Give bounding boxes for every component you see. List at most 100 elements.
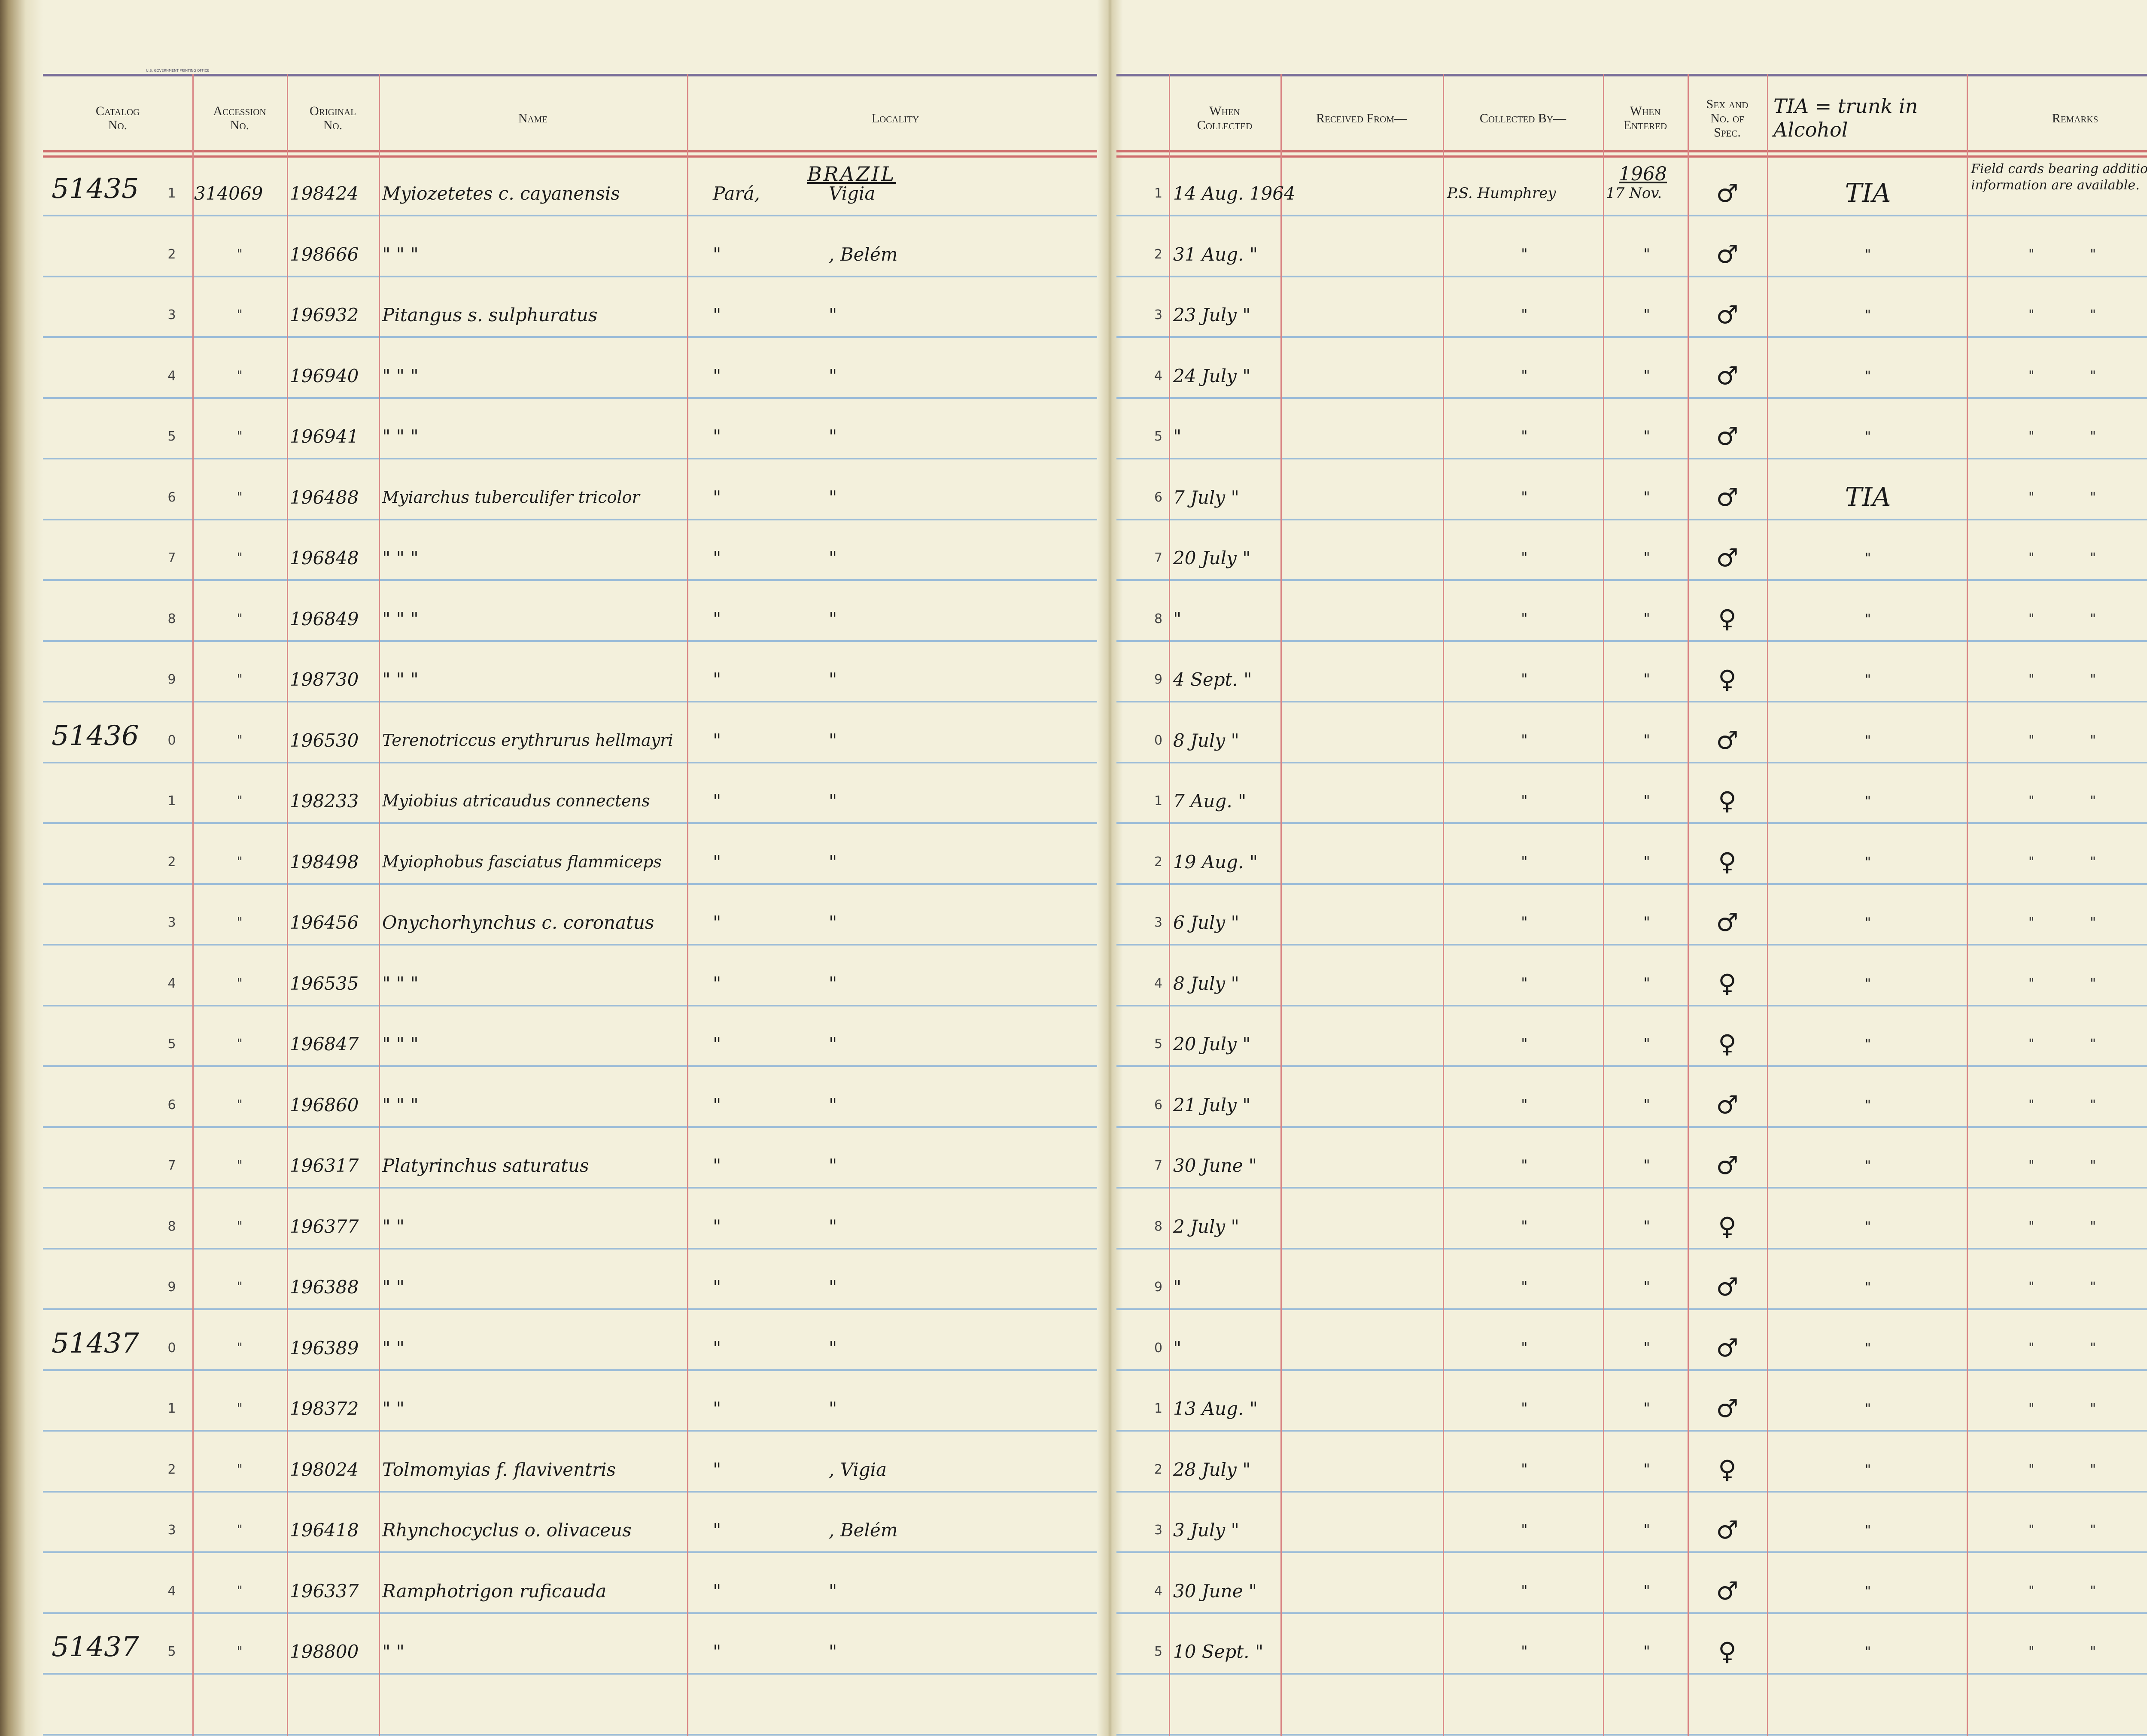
remarks-value: " "	[2028, 672, 2122, 687]
original-number: 196418	[290, 1519, 359, 1541]
date-collected: 3 July "	[1173, 1519, 1239, 1541]
ruled-line	[1116, 1308, 2147, 1310]
collector-name: "	[1521, 489, 1528, 506]
ruled-line	[1116, 1065, 2147, 1067]
ruled-line	[43, 1673, 1104, 1675]
tia-mark: "	[1865, 429, 1871, 444]
locality-state: "	[713, 669, 721, 690]
date-collected: "	[1173, 1337, 1182, 1359]
date-entered: "	[1643, 367, 1650, 384]
tia-mark: "	[1865, 1462, 1871, 1477]
sex-symbol: ♀	[1718, 1029, 1736, 1058]
tia-mark: "	[1865, 915, 1871, 930]
collector-name: "	[1521, 1218, 1528, 1235]
date-collected: 10 Sept. "	[1173, 1641, 1264, 1662]
tia-mark: "	[1865, 611, 1871, 626]
collector-name: "	[1521, 792, 1528, 809]
locality-state: "	[713, 1337, 721, 1359]
date-collected: 2 July "	[1173, 1216, 1239, 1237]
locality-place: , Vigia	[829, 1459, 887, 1480]
ruled-line	[43, 1005, 1104, 1006]
date-collected: 31 Aug. "	[1173, 243, 1258, 265]
ruled-line	[43, 944, 1104, 946]
date-entered: "	[1643, 489, 1650, 506]
remarks-value: " "	[2028, 368, 2122, 383]
collected-digit: 2	[1154, 854, 1163, 870]
collector-name: "	[1521, 306, 1528, 323]
original-number: 196941	[290, 426, 359, 447]
tia-mark: "	[1865, 1522, 1871, 1538]
collected-digit: 9	[1154, 1279, 1163, 1295]
collected-digit: 3	[1154, 915, 1163, 930]
accession-number: "	[237, 1036, 243, 1052]
locality-state: "	[713, 1155, 721, 1176]
book-edge-left	[0, 0, 43, 1736]
remarks-value: " "	[2028, 915, 2122, 930]
ledger-spread: U.S. GOVERNMENT PRINTING OFFICE Catalog …	[0, 0, 2147, 1736]
locality-state: "	[713, 243, 721, 265]
species-name: " " "	[382, 547, 419, 569]
remarks-value: " "	[2028, 1583, 2122, 1599]
locality-place: "	[829, 608, 837, 629]
species-name: " " "	[382, 243, 419, 265]
collector-name: "	[1521, 1461, 1528, 1478]
date-collected: 14 Aug. 1964	[1173, 182, 1295, 204]
sex-symbol: ♂	[1716, 422, 1739, 451]
ruled-line	[1116, 1491, 2147, 1493]
date-entered: "	[1643, 914, 1650, 931]
catalog-digit: 9	[167, 672, 176, 687]
collected-digit: 0	[1154, 1340, 1163, 1356]
accession-number: "	[237, 672, 243, 687]
catalog-digit: 5	[167, 1644, 176, 1659]
remarks-value: " "	[2028, 429, 2122, 444]
remarks-value: " "	[2028, 1036, 2122, 1052]
catalog-number: 51436	[52, 720, 139, 752]
accession-number: "	[237, 1401, 243, 1416]
species-name: " "	[382, 1216, 404, 1237]
collector-name: "	[1521, 549, 1528, 566]
col-accession-no: Accession No.	[213, 104, 266, 132]
col-sex-no-spec: Sex and No. of Spec.	[1706, 97, 1749, 140]
accession-number: "	[237, 1158, 243, 1173]
remarks-value: " "	[2028, 733, 2122, 748]
ruled-line	[43, 1065, 1104, 1067]
date-collected: "	[1173, 426, 1182, 447]
ruled-line	[1116, 1126, 2147, 1128]
catalog-digit: 6	[167, 1097, 176, 1113]
species-name: " " "	[382, 608, 419, 629]
sex-symbol: ♀	[1718, 1637, 1736, 1666]
species-name: " "	[382, 1337, 404, 1359]
species-name: " "	[382, 1276, 404, 1298]
collector-name: "	[1521, 1400, 1528, 1417]
date-collected: 4 Sept. "	[1173, 669, 1252, 690]
date-entered: "	[1643, 975, 1650, 992]
locality-state: Pará,	[713, 182, 760, 204]
locality-place: "	[829, 1398, 837, 1419]
collector-name: "	[1521, 1157, 1528, 1174]
tia-mark: TIA	[1845, 178, 1891, 208]
collected-digit: 4	[1154, 368, 1163, 383]
original-number: 198372	[290, 1398, 359, 1419]
remarks-value: " "	[2028, 793, 2122, 809]
collector-name: "	[1521, 367, 1528, 384]
locality-state: "	[713, 365, 721, 386]
right-page: When Collected Received From— Collected …	[1116, 0, 2147, 1736]
tia-mark: "	[1865, 672, 1871, 687]
date-collected: 30 June "	[1173, 1580, 1257, 1602]
collector-name: "	[1521, 428, 1528, 445]
accession-number: "	[237, 611, 243, 626]
col-original-no: Original No.	[310, 104, 356, 132]
ruled-line	[43, 1248, 1104, 1250]
tia-mark: "	[1865, 1219, 1871, 1234]
species-name: " " "	[382, 365, 419, 386]
col-received-from: Received From—	[1316, 111, 1407, 125]
catalog-digit: 0	[167, 1340, 176, 1356]
locality-state: "	[713, 1094, 721, 1116]
species-name: Myiarchus tuberculifer tricolor	[382, 488, 640, 507]
ruled-line	[43, 579, 1104, 581]
remarks-value: " "	[2028, 1401, 2122, 1416]
locality-place: "	[829, 730, 837, 751]
ruled-line	[1116, 1248, 2147, 1250]
date-collected: 19 Aug. "	[1173, 851, 1258, 873]
date-collected: 8 July "	[1173, 730, 1239, 751]
